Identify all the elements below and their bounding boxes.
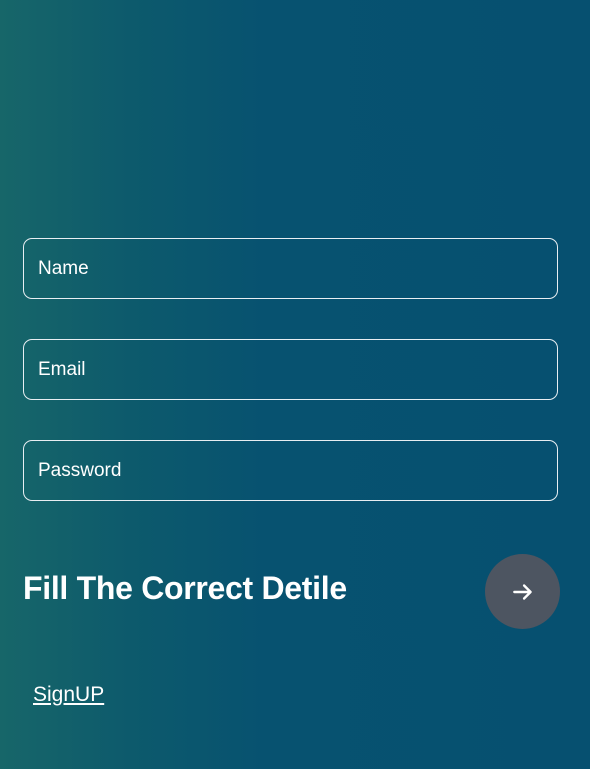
password-input[interactable] <box>38 459 557 482</box>
signup-link[interactable]: SignUP <box>33 683 104 707</box>
form-prompt-heading: Fill The Correct Detile <box>23 570 347 606</box>
arrow-right-icon <box>512 583 532 600</box>
name-input[interactable] <box>38 257 557 280</box>
password-field-container[interactable] <box>23 440 558 501</box>
email-input[interactable] <box>38 358 557 381</box>
name-field-container[interactable] <box>23 238 558 299</box>
email-field-container[interactable] <box>23 339 558 400</box>
submit-button[interactable] <box>485 554 560 629</box>
